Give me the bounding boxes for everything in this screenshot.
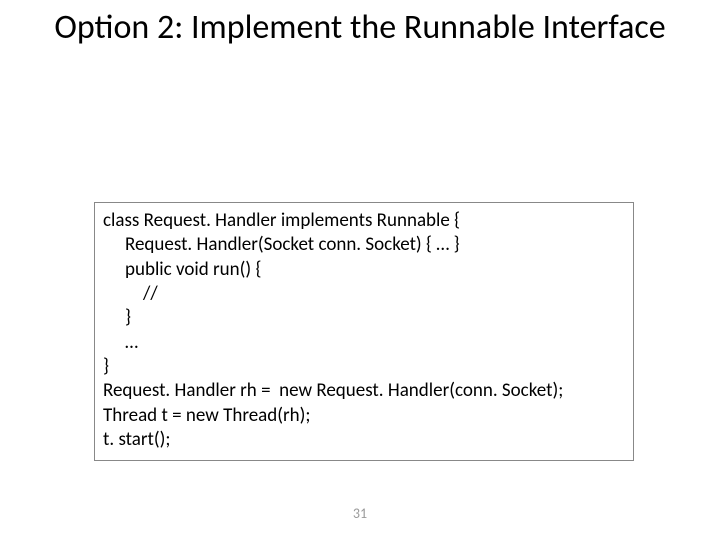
code-line: public void run() { [103,258,625,282]
slide: Option 2: Implement the Runnable Interfa… [0,0,720,540]
slide-title: Option 2: Implement the Runnable Interfa… [40,8,680,47]
code-line: t. start(); [103,428,625,452]
code-block: class Request. Handler implements Runnab… [94,202,634,461]
page-number: 31 [0,505,720,522]
code-line: } [103,306,625,330]
code-line: Thread t = new Thread(rh); [103,404,625,428]
code-line: class Request. Handler implements Runnab… [103,209,625,233]
code-line: … [103,331,625,355]
code-line: } [103,355,625,379]
code-line: // [103,282,625,306]
code-line: Request. Handler rh = new Request. Handl… [103,379,625,403]
code-line: Request. Handler(Socket conn. Socket) { … [103,233,625,257]
